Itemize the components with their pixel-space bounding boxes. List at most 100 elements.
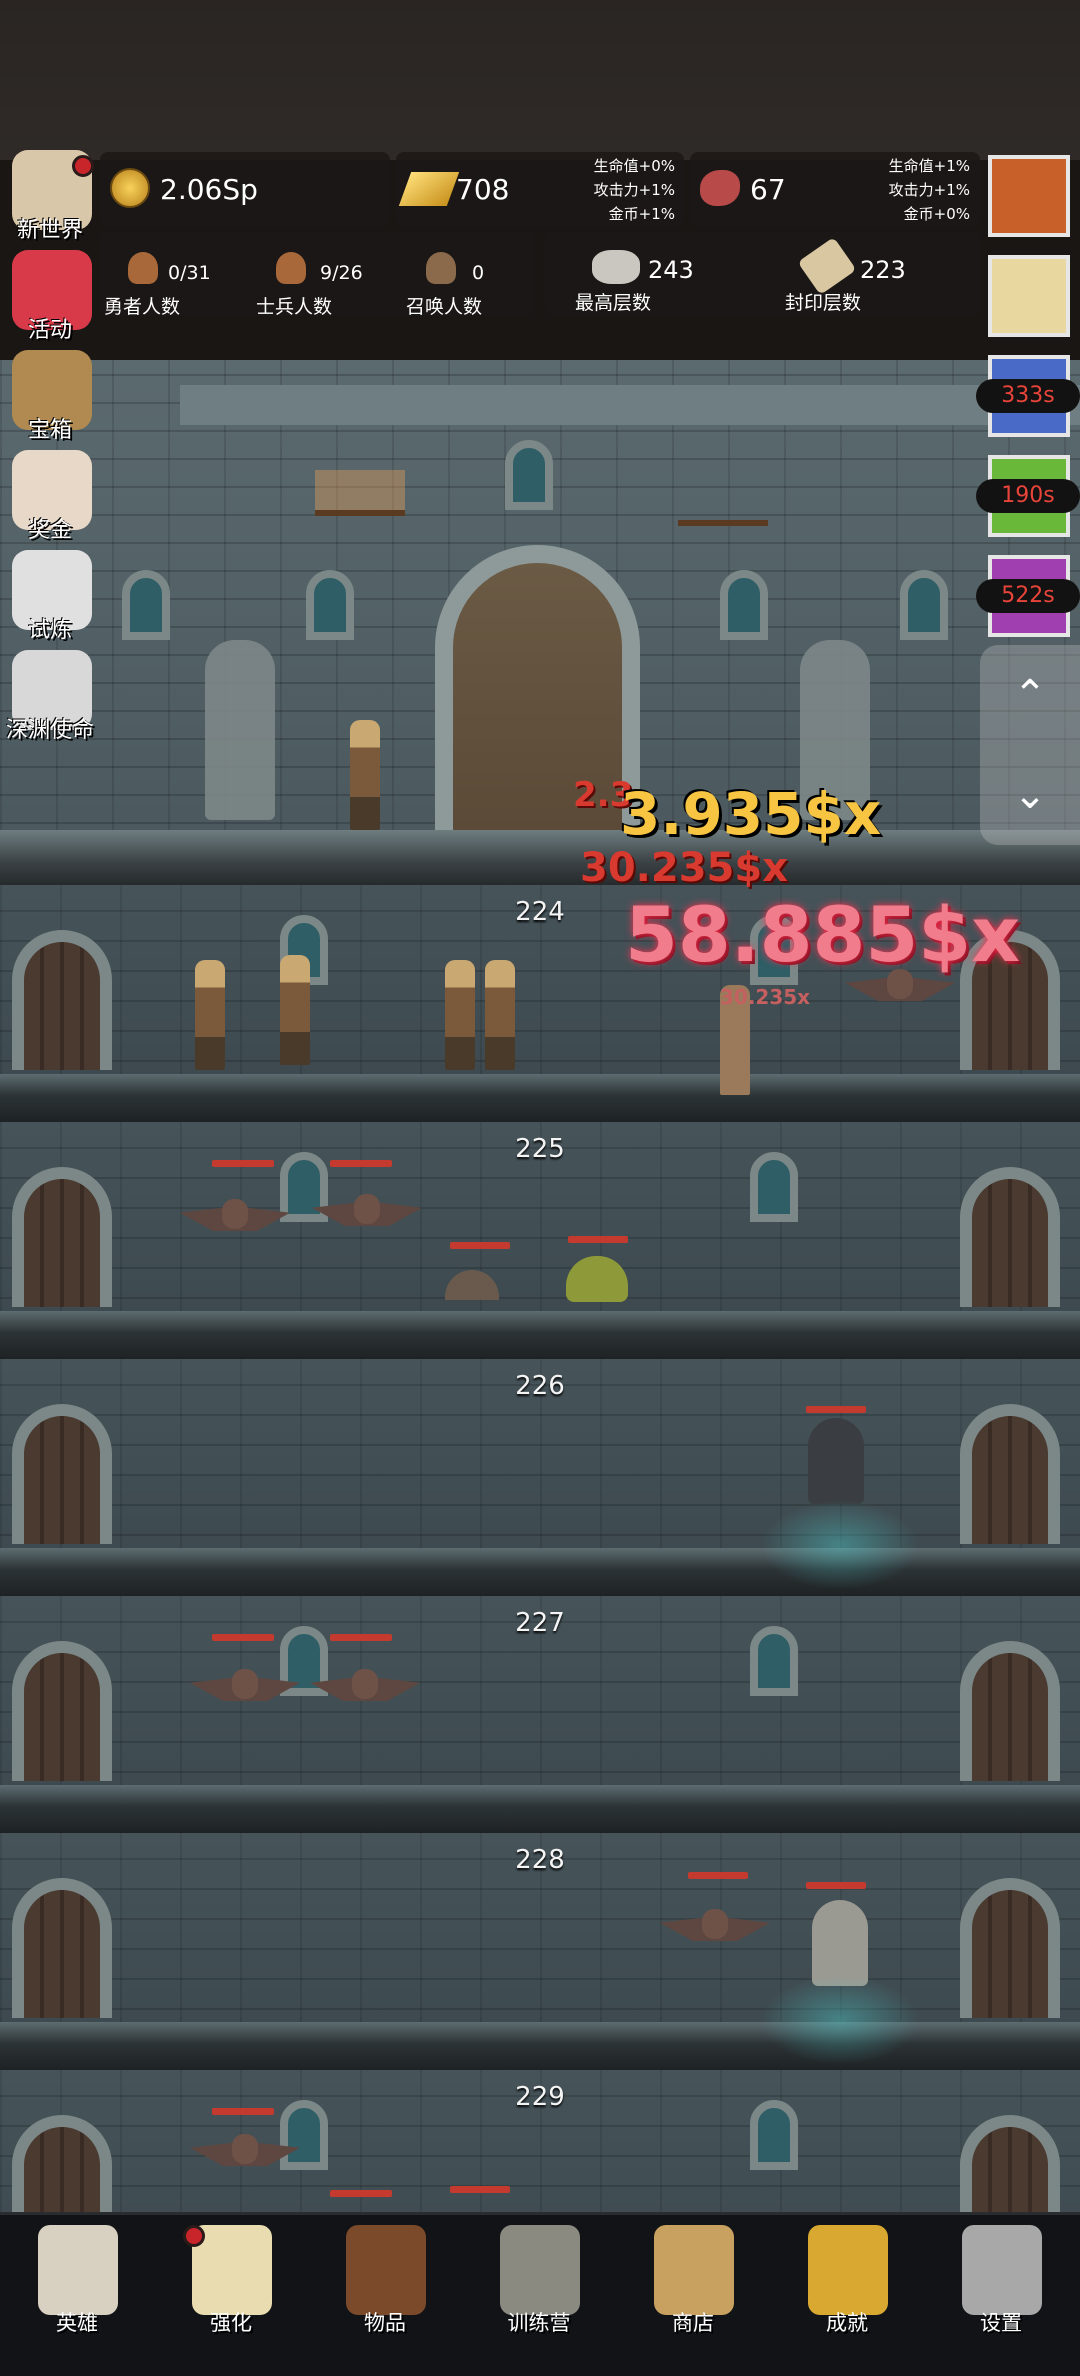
hp-bar: [330, 2190, 392, 2197]
buff-timer: 190s: [976, 479, 1080, 513]
bonus-line: 金币+0%: [903, 205, 970, 223]
hp-bar: [806, 1882, 866, 1889]
floor-number: 224: [515, 897, 565, 927]
floor-226: 226: [0, 1359, 1080, 1596]
max-floor-value: 243: [648, 256, 694, 284]
left-menu-item[interactable]: 试炼: [0, 550, 100, 650]
gear-icon: [962, 2225, 1042, 2315]
nav-gear[interactable]: 设置: [924, 2215, 1078, 2376]
chandelier: [678, 480, 768, 526]
bonus-line: 生命值+0%: [593, 157, 675, 175]
floor-number: 227: [515, 1608, 565, 1638]
damage-number-crit: 3.935$x: [620, 780, 882, 848]
hero[interactable]: [280, 955, 310, 1065]
gold-amount: 2.06Sp: [160, 173, 258, 206]
floor-door-left: [12, 1641, 112, 1781]
left-menu-item[interactable]: 奖金: [0, 450, 100, 550]
nav-label: 设置: [980, 2311, 1022, 2335]
floor-ledge: [0, 1548, 1080, 1596]
hp-bar: [806, 1406, 866, 1413]
gold-coin-icon: [110, 168, 150, 208]
top-background: [0, 0, 1080, 160]
nav-key[interactable]: 成就: [770, 2215, 924, 2376]
bat-enemy[interactable]: [190, 2130, 300, 2200]
floor-door-left: [12, 1404, 112, 1544]
chandelier-lit: [315, 470, 405, 516]
nav-label: 强化: [210, 2311, 252, 2335]
castle-window: [900, 570, 948, 640]
bonus-line: 攻击力+1%: [593, 181, 675, 199]
hero[interactable]: [445, 960, 475, 1070]
hp-bar: [212, 1160, 274, 1167]
soldier-label: 士兵人数: [256, 296, 333, 318]
castle-roofline: [180, 385, 1080, 425]
castle-window: [306, 570, 354, 640]
nav-skull[interactable]: 英雄: [0, 2215, 154, 2376]
summon-head-icon: [426, 252, 456, 284]
nav-label: 成就: [826, 2311, 868, 2335]
brave-count: 0/31: [168, 262, 211, 284]
left-menu-item[interactable]: 活动: [0, 250, 100, 350]
floor-scroll-panel: ⌃ ⌄: [980, 645, 1080, 845]
nav-candle[interactable]: 强化: [154, 2215, 308, 2376]
floor-number: 225: [515, 1134, 565, 1164]
nav-label: 英雄: [56, 2311, 98, 2335]
beer-mug-icon: [654, 2225, 734, 2315]
hp-bar: [450, 2186, 510, 2193]
castle-window: [720, 570, 768, 640]
floor-door-right: [960, 1404, 1060, 1544]
floor-window: [750, 1152, 798, 1222]
left-menu-label: 试炼: [27, 618, 72, 643]
damage-number: 30.235$x: [580, 845, 788, 891]
notification-dot: [183, 2225, 205, 2247]
nav-label: 商店: [672, 2311, 714, 2335]
left-menu-label: 宝箱: [27, 418, 72, 443]
left-menu-label: 奖金: [27, 518, 72, 543]
floor-227: 227: [0, 1596, 1080, 1833]
bat-enemy[interactable]: [312, 1190, 422, 1236]
bonus-line: 金币+1%: [608, 205, 675, 223]
floor-door-right: [960, 1167, 1060, 1307]
hero-with-hammer[interactable]: [350, 720, 380, 830]
damage-number-small: 30.235x: [720, 985, 811, 1009]
left-menu-item[interactable]: 深渊使命: [0, 650, 100, 750]
bat-enemy[interactable]: [180, 1195, 290, 1241]
bat-enemy[interactable]: [310, 1665, 420, 1711]
hero-mage[interactable]: [485, 960, 515, 1070]
ghost-enemy[interactable]: [808, 1418, 864, 1504]
ghost-glow: [760, 1500, 920, 1590]
scroll-up-button[interactable]: ⌃: [980, 645, 1080, 745]
bat-enemy[interactable]: [190, 1665, 300, 1711]
ghost-enemy[interactable]: [812, 1900, 868, 1986]
nav-book[interactable]: 物品: [308, 2215, 462, 2376]
bottom-nav: 英雄 强化 物品 训练营 商店 成就 设置: [0, 2212, 1080, 2376]
floor-number: 226: [515, 1371, 565, 1401]
floor-door-left: [12, 930, 112, 1070]
pumpkin-icon[interactable]: [988, 155, 1070, 237]
floor-225: 225: [0, 1122, 1080, 1359]
hp-bar: [330, 1634, 392, 1641]
meat-amount: 67: [750, 173, 786, 206]
nav-label: 物品: [364, 2311, 406, 2335]
scroll-down-button[interactable]: ⌄: [980, 745, 1080, 845]
skull-icon: [38, 2225, 118, 2315]
sealed-floor-label: 封印层数: [785, 292, 862, 314]
hero[interactable]: [195, 960, 225, 1070]
nav-label: 训练营: [507, 2311, 571, 2335]
floor-ledge: [0, 1074, 1080, 1122]
bonus-line: 生命值+1%: [888, 157, 970, 175]
bat-enemy[interactable]: [660, 1905, 770, 1951]
left-menu-label: 活动: [27, 318, 72, 343]
nav-lantern[interactable]: 训练营: [462, 2215, 616, 2376]
stone-icon: [592, 250, 640, 284]
floor-number: 229: [515, 2082, 565, 2112]
buff-timer: 333s: [976, 379, 1080, 413]
floor-door-right: [960, 1878, 1060, 2018]
meat-bonus: 生命值+1% 攻击力+1% 金币+0%: [855, 154, 970, 226]
key-icon: [808, 2225, 888, 2315]
left-menu-item[interactable]: 宝箱: [0, 350, 100, 450]
lantern-icon: [500, 2225, 580, 2315]
nav-beer-mug[interactable]: 商店: [616, 2215, 770, 2376]
candle-icon[interactable]: [988, 255, 1070, 337]
floor-door-right: [960, 1641, 1060, 1781]
